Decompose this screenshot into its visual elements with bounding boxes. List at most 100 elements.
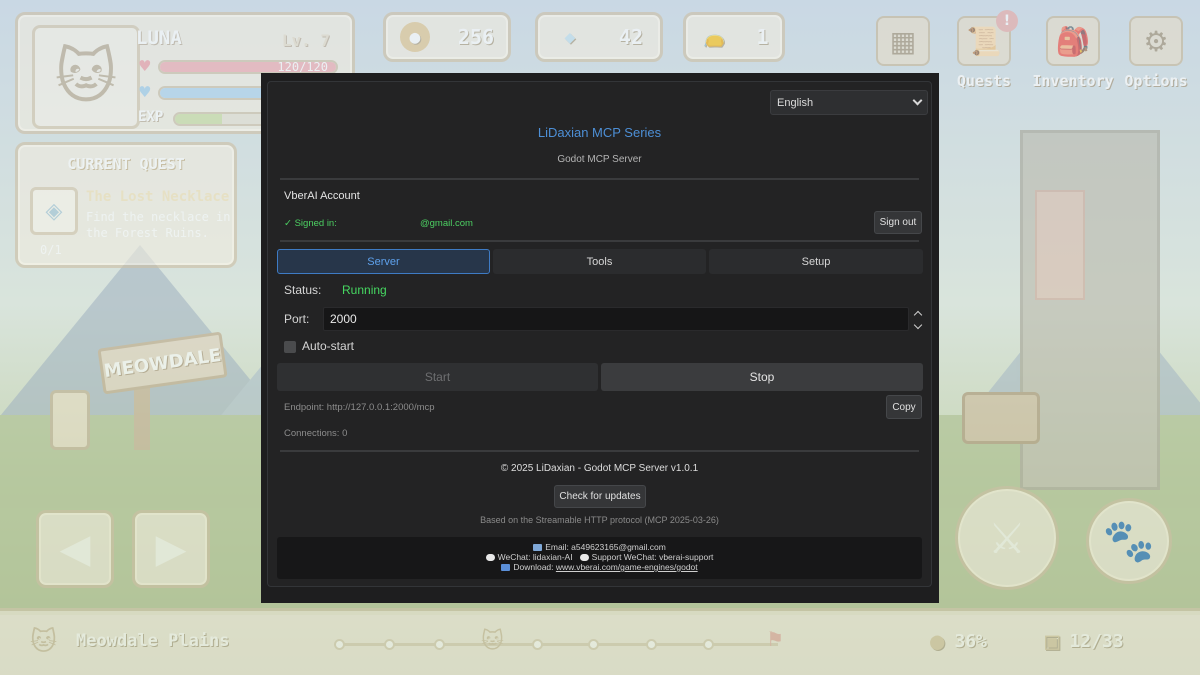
progress-track: 🐱 ⚑ bbox=[334, 627, 784, 654]
copy-button[interactable]: Copy bbox=[886, 395, 922, 419]
check-updates-button[interactable]: Check for updates bbox=[554, 485, 646, 508]
bag-count: 1 bbox=[756, 25, 769, 49]
options-button[interactable]: ⚙ Options bbox=[1116, 16, 1196, 96]
chest-icon: ▣ bbox=[1045, 627, 1060, 655]
quests-button[interactable]: 📜 ! Quests bbox=[944, 10, 1024, 96]
connections-text: Connections: 0 bbox=[284, 428, 348, 439]
start-button[interactable]: Start bbox=[277, 363, 598, 391]
move-right-button[interactable]: ▶ bbox=[132, 510, 210, 588]
hp-value: 120/120 bbox=[277, 60, 328, 74]
copyright-text: © 2025 LiDaxian - Godot MCP Server v1.0.… bbox=[500, 463, 699, 474]
coin-count: 256 bbox=[457, 25, 495, 49]
coin-icon: ● bbox=[399, 22, 430, 52]
email-line: Email: a549623165@gmail.com bbox=[277, 542, 922, 552]
tower-banner bbox=[1035, 190, 1085, 300]
inventory-button[interactable]: 🎒 Inventory bbox=[1030, 16, 1116, 96]
wechat-text: WeChat: lidaxian-AI bbox=[497, 552, 573, 562]
gear-icon: ⚙ bbox=[1129, 16, 1183, 66]
coin-counter: ● 256 bbox=[383, 12, 511, 62]
track-dot bbox=[532, 639, 543, 650]
download-icon bbox=[501, 564, 511, 572]
signpost bbox=[134, 380, 150, 450]
treasure-chest bbox=[962, 392, 1040, 444]
support-text: Support WeChat: vberai-support bbox=[591, 552, 714, 562]
wechat-line: WeChat: lidaxian-AI Support WeChat: vber… bbox=[277, 552, 922, 562]
account-title: VberAI Account bbox=[284, 190, 360, 202]
divider bbox=[280, 178, 919, 180]
status-value: Running bbox=[342, 283, 387, 297]
necklace-icon: ◈ bbox=[30, 187, 78, 235]
heart-icon: ♥ bbox=[138, 57, 152, 75]
move-left-button[interactable]: ◀ bbox=[36, 510, 114, 588]
signed-in-email: @gmail.com bbox=[420, 218, 473, 229]
stop-button[interactable]: Stop bbox=[601, 363, 923, 391]
chat-icon bbox=[579, 554, 589, 562]
quests-label: Quests bbox=[956, 72, 1012, 90]
divider bbox=[280, 240, 919, 242]
hp-bar: 120/120 bbox=[158, 60, 338, 74]
track-dot bbox=[646, 639, 657, 650]
tab-tools[interactable]: Tools bbox=[493, 249, 706, 274]
track-dot bbox=[434, 639, 445, 650]
language-value: English bbox=[777, 96, 814, 109]
language-select[interactable]: English bbox=[770, 90, 928, 115]
email-text: Email: a549623165@gmail.com bbox=[545, 542, 666, 552]
flag-icon: ⚑ bbox=[766, 627, 784, 651]
lantern bbox=[50, 390, 90, 450]
track-dot bbox=[334, 639, 345, 650]
cat-face-icon: 🐱 bbox=[30, 627, 58, 657]
endpoint-text: Endpoint: http://127.0.0.1:2000/mcp bbox=[284, 402, 435, 413]
autostart-checkbox[interactable] bbox=[284, 341, 296, 353]
map-icon: ▦ bbox=[876, 16, 930, 66]
bag-counter: 👝 1 bbox=[683, 12, 785, 62]
completion-value: 36% bbox=[954, 630, 987, 652]
sword-icon: ⚔ bbox=[988, 513, 1026, 563]
attack-button[interactable]: ⚔ bbox=[955, 486, 1059, 590]
chevron-down-icon bbox=[912, 95, 923, 106]
player-marker-icon: 🐱 bbox=[481, 629, 504, 654]
alert-badge: ! bbox=[996, 10, 1018, 32]
track-dot bbox=[588, 639, 599, 650]
track-dot bbox=[703, 639, 714, 650]
chevron-up-icon[interactable] bbox=[913, 310, 923, 320]
stone-tower bbox=[1020, 130, 1160, 490]
player-name: LUNA bbox=[136, 27, 182, 49]
cat-ability-button[interactable]: 🐾 bbox=[1086, 498, 1172, 584]
coin-icon: ● bbox=[930, 627, 945, 655]
bottom-status-bar: 🐱 Meowdale Plains 🐱 ⚑ ● 36% ▣ 12/33 bbox=[0, 608, 1200, 675]
autostart-label: Auto-start bbox=[302, 339, 355, 353]
backpack-icon: 🎒 bbox=[1046, 16, 1100, 66]
arrow-left-icon: ◀ bbox=[59, 526, 91, 572]
paw-icon: 🐾 bbox=[1102, 516, 1156, 565]
completion-stat: ● 36% bbox=[930, 627, 987, 655]
bag-icon: 👝 bbox=[703, 26, 726, 48]
gem-icon: ◆ bbox=[564, 26, 576, 48]
location-name: Meowdale Plains bbox=[76, 631, 230, 651]
tab-setup[interactable]: Setup bbox=[709, 249, 923, 274]
cat-avatar-icon: 🐱 bbox=[32, 25, 140, 129]
port-label: Port: bbox=[284, 312, 310, 326]
series-title: LiDaxian MCP Series bbox=[537, 125, 662, 140]
signed-in-label: ✓ Signed in: bbox=[284, 218, 337, 229]
divider bbox=[280, 450, 919, 452]
gem-counter: ◆ 42 bbox=[535, 12, 663, 62]
quest-header: CURRENT QUEST bbox=[67, 155, 185, 173]
chevron-down-icon[interactable] bbox=[913, 320, 923, 330]
port-stepper[interactable] bbox=[912, 308, 924, 332]
mcp-dialog: English LiDaxian MCP Series Godot MCP Se… bbox=[261, 73, 939, 603]
quest-description: Find the necklace in the Forest Ruins. bbox=[86, 210, 231, 240]
chest-stat: ▣ 12/33 bbox=[1045, 627, 1124, 655]
server-subtitle: Godot MCP Server bbox=[557, 154, 642, 165]
sign-out-button[interactable]: Sign out bbox=[874, 211, 922, 234]
tab-server[interactable]: Server bbox=[277, 249, 490, 274]
chest-value: 12/33 bbox=[1069, 630, 1124, 652]
mana-heart-icon: ♥ bbox=[138, 83, 152, 101]
contact-info: Email: a549623165@gmail.com WeChat: lida… bbox=[277, 537, 922, 579]
dialog-panel: English LiDaxian MCP Series Godot MCP Se… bbox=[267, 81, 932, 587]
exp-label: EXP bbox=[138, 109, 164, 125]
gem-count: 42 bbox=[618, 25, 644, 49]
download-link[interactable]: www.vberai.com/game-engines/godot bbox=[556, 562, 698, 572]
port-input[interactable]: 2000 bbox=[323, 307, 909, 331]
current-quest-panel: CURRENT QUEST ◈ The Lost Necklace Find t… bbox=[15, 142, 237, 268]
inventory-label: Inventory bbox=[1032, 72, 1114, 90]
